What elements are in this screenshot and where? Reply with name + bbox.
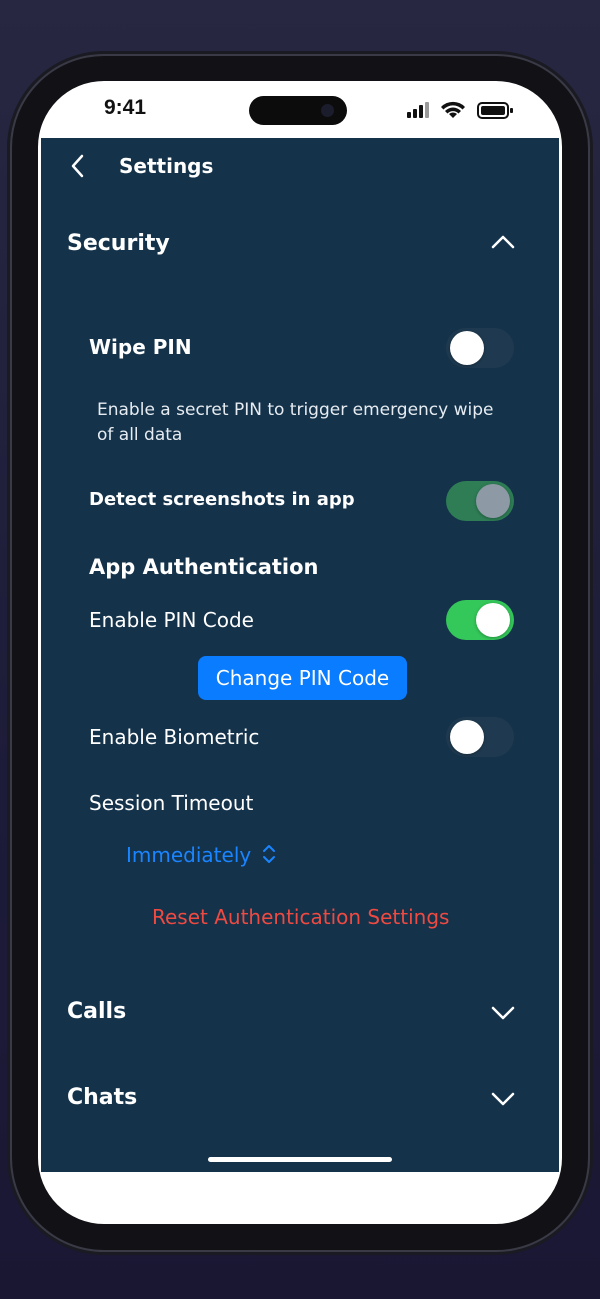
chevron-up-down-icon bbox=[262, 845, 275, 863]
chevron-left-icon[interactable] bbox=[69, 152, 87, 180]
dynamic-island bbox=[249, 96, 347, 125]
section-header-chats[interactable]: Chats bbox=[67, 1085, 137, 1110]
session-timeout-value: Immediately bbox=[126, 843, 252, 867]
chevron-down-icon[interactable] bbox=[490, 1005, 516, 1021]
toggle-knob bbox=[476, 603, 510, 637]
chevron-down-icon[interactable] bbox=[490, 1091, 516, 1107]
camera-dot bbox=[321, 104, 334, 117]
session-timeout-label: Session Timeout bbox=[89, 791, 254, 815]
wipe-pin-label: Wipe PIN bbox=[89, 335, 192, 359]
cellular-signal-icon bbox=[407, 102, 429, 118]
device-screen: 9:41 Settings Security Wipe PIN Enable a… bbox=[38, 81, 562, 1224]
enable-biometric-label: Enable Biometric bbox=[89, 725, 260, 749]
settings-screen: Settings Security Wipe PIN Enable a secr… bbox=[41, 138, 559, 1172]
toggle-knob bbox=[450, 331, 484, 365]
enable-pin-label: Enable PIN Code bbox=[89, 608, 254, 632]
wipe-pin-description: Enable a secret PIN to trigger emergency… bbox=[97, 400, 494, 420]
battery-icon bbox=[477, 102, 513, 119]
app-authentication-heading: App Authentication bbox=[89, 555, 319, 579]
section-header-calls[interactable]: Calls bbox=[67, 999, 126, 1024]
reset-authentication-button[interactable]: Reset Authentication Settings bbox=[152, 905, 449, 929]
detect-screenshots-toggle[interactable] bbox=[446, 481, 514, 521]
enable-pin-toggle[interactable] bbox=[446, 600, 514, 640]
session-timeout-picker[interactable]: Immediately bbox=[126, 843, 276, 867]
status-indicators-icon bbox=[407, 101, 513, 119]
section-header-security[interactable]: Security bbox=[67, 231, 170, 256]
status-time: 9:41 bbox=[104, 96, 147, 119]
page-title: Settings bbox=[119, 154, 214, 178]
detect-screenshots-label: Detect screenshots in app bbox=[89, 489, 355, 510]
toggle-knob bbox=[476, 484, 510, 518]
status-icons bbox=[407, 99, 515, 125]
enable-biometric-toggle[interactable] bbox=[446, 717, 514, 757]
wipe-pin-toggle[interactable] bbox=[446, 328, 514, 368]
home-indicator[interactable] bbox=[208, 1157, 392, 1162]
change-pin-button[interactable]: Change PIN Code bbox=[198, 656, 407, 700]
chevron-up-icon[interactable] bbox=[490, 234, 516, 250]
toggle-knob bbox=[450, 720, 484, 754]
wipe-pin-description-cont: of all data bbox=[97, 425, 183, 445]
wifi-icon bbox=[441, 101, 465, 118]
